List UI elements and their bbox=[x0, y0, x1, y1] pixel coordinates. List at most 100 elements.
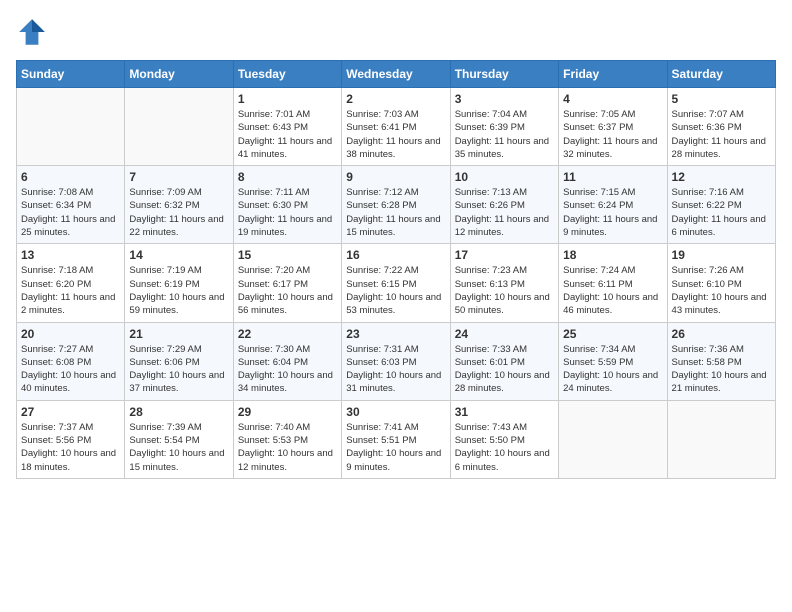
day-info: Sunrise: 7:22 AM Sunset: 6:15 PM Dayligh… bbox=[346, 264, 445, 317]
weekday-header-row: SundayMondayTuesdayWednesdayThursdayFrid… bbox=[17, 61, 776, 88]
day-number: 3 bbox=[455, 92, 554, 106]
day-info: Sunrise: 7:19 AM Sunset: 6:19 PM Dayligh… bbox=[129, 264, 228, 317]
calendar-cell: 8 Sunrise: 7:11 AM Sunset: 6:30 PM Daylig… bbox=[233, 166, 341, 244]
day-number: 7 bbox=[129, 170, 228, 184]
calendar-week-4: 20 Sunrise: 7:27 AM Sunset: 6:08 PM Dayli… bbox=[17, 322, 776, 400]
day-info: Sunrise: 7:03 AM Sunset: 6:41 PM Dayligh… bbox=[346, 108, 445, 161]
day-number: 8 bbox=[238, 170, 337, 184]
weekday-saturday: Saturday bbox=[667, 61, 775, 88]
calendar-body: 1Sunrise: 7:01 AM Sunset: 6:43 PM Daylig… bbox=[17, 88, 776, 479]
day-info: Sunrise: 7:41 AM Sunset: 5:51 PM Dayligh… bbox=[346, 421, 445, 474]
calendar-cell: 10 Sunrise: 7:13 AM Sunset: 6:26 PM Dayli… bbox=[450, 166, 558, 244]
day-info: Sunrise: 7:12 AM Sunset: 6:28 PM Dayligh… bbox=[346, 186, 445, 239]
day-number: 28 bbox=[129, 405, 228, 419]
calendar-cell: 20 Sunrise: 7:27 AM Sunset: 6:08 PM Dayli… bbox=[17, 322, 125, 400]
day-number: 11 bbox=[563, 170, 662, 184]
day-number: 22 bbox=[238, 327, 337, 341]
calendar-cell: 7 Sunrise: 7:09 AM Sunset: 6:32 PM Daylig… bbox=[125, 166, 233, 244]
calendar-cell bbox=[667, 400, 775, 478]
day-info: Sunrise: 7:39 AM Sunset: 5:54 PM Dayligh… bbox=[129, 421, 228, 474]
day-number: 29 bbox=[238, 405, 337, 419]
day-info: Sunrise: 7:26 AM Sunset: 6:10 PM Dayligh… bbox=[672, 264, 771, 317]
day-number: 23 bbox=[346, 327, 445, 341]
day-number: 4 bbox=[563, 92, 662, 106]
day-number: 31 bbox=[455, 405, 554, 419]
calendar-table: SundayMondayTuesdayWednesdayThursdayFrid… bbox=[16, 60, 776, 479]
day-number: 10 bbox=[455, 170, 554, 184]
weekday-wednesday: Wednesday bbox=[342, 61, 450, 88]
calendar-cell: 15 Sunrise: 7:20 AM Sunset: 6:17 PM Dayli… bbox=[233, 244, 341, 322]
calendar-week-1: 1Sunrise: 7:01 AM Sunset: 6:43 PM Daylig… bbox=[17, 88, 776, 166]
calendar-cell: 26 Sunrise: 7:36 AM Sunset: 5:58 PM Dayli… bbox=[667, 322, 775, 400]
calendar-cell bbox=[125, 88, 233, 166]
day-number: 17 bbox=[455, 248, 554, 262]
calendar-cell: 1Sunrise: 7:01 AM Sunset: 6:43 PM Daylig… bbox=[233, 88, 341, 166]
day-number: 16 bbox=[346, 248, 445, 262]
day-number: 15 bbox=[238, 248, 337, 262]
day-info: Sunrise: 7:16 AM Sunset: 6:22 PM Dayligh… bbox=[672, 186, 771, 239]
day-info: Sunrise: 7:24 AM Sunset: 6:11 PM Dayligh… bbox=[563, 264, 662, 317]
day-number: 5 bbox=[672, 92, 771, 106]
day-info: Sunrise: 7:31 AM Sunset: 6:03 PM Dayligh… bbox=[346, 343, 445, 396]
day-number: 1 bbox=[238, 92, 337, 106]
day-number: 26 bbox=[672, 327, 771, 341]
weekday-sunday: Sunday bbox=[17, 61, 125, 88]
calendar-cell: 11 Sunrise: 7:15 AM Sunset: 6:24 PM Dayli… bbox=[559, 166, 667, 244]
page-header bbox=[16, 16, 776, 48]
day-number: 20 bbox=[21, 327, 120, 341]
weekday-thursday: Thursday bbox=[450, 61, 558, 88]
day-info: Sunrise: 7:27 AM Sunset: 6:08 PM Dayligh… bbox=[21, 343, 120, 396]
day-info: Sunrise: 7:36 AM Sunset: 5:58 PM Dayligh… bbox=[672, 343, 771, 396]
day-number: 30 bbox=[346, 405, 445, 419]
day-number: 6 bbox=[21, 170, 120, 184]
day-info: Sunrise: 7:11 AM Sunset: 6:30 PM Dayligh… bbox=[238, 186, 337, 239]
calendar-cell: 14 Sunrise: 7:19 AM Sunset: 6:19 PM Dayli… bbox=[125, 244, 233, 322]
calendar-week-5: 27 Sunrise: 7:37 AM Sunset: 5:56 PM Dayli… bbox=[17, 400, 776, 478]
day-info: Sunrise: 7:07 AM Sunset: 6:36 PM Dayligh… bbox=[672, 108, 771, 161]
day-info: Sunrise: 7:08 AM Sunset: 6:34 PM Dayligh… bbox=[21, 186, 120, 239]
calendar-cell: 13Sunrise: 7:18 AM Sunset: 6:20 PM Dayli… bbox=[17, 244, 125, 322]
day-info: Sunrise: 7:37 AM Sunset: 5:56 PM Dayligh… bbox=[21, 421, 120, 474]
day-info: Sunrise: 7:23 AM Sunset: 6:13 PM Dayligh… bbox=[455, 264, 554, 317]
calendar-cell: 22 Sunrise: 7:30 AM Sunset: 6:04 PM Dayli… bbox=[233, 322, 341, 400]
calendar-cell: 25 Sunrise: 7:34 AM Sunset: 5:59 PM Dayli… bbox=[559, 322, 667, 400]
day-number: 12 bbox=[672, 170, 771, 184]
calendar-cell: 16 Sunrise: 7:22 AM Sunset: 6:15 PM Dayli… bbox=[342, 244, 450, 322]
calendar-week-3: 13Sunrise: 7:18 AM Sunset: 6:20 PM Dayli… bbox=[17, 244, 776, 322]
calendar-cell: 6 Sunrise: 7:08 AM Sunset: 6:34 PM Daylig… bbox=[17, 166, 125, 244]
day-info: Sunrise: 7:30 AM Sunset: 6:04 PM Dayligh… bbox=[238, 343, 337, 396]
day-info: Sunrise: 7:40 AM Sunset: 5:53 PM Dayligh… bbox=[238, 421, 337, 474]
calendar-cell: 29 Sunrise: 7:40 AM Sunset: 5:53 PM Dayli… bbox=[233, 400, 341, 478]
calendar-cell: 5 Sunrise: 7:07 AM Sunset: 6:36 PM Daylig… bbox=[667, 88, 775, 166]
calendar-cell bbox=[17, 88, 125, 166]
day-number: 14 bbox=[129, 248, 228, 262]
calendar-cell: 24Sunrise: 7:33 AM Sunset: 6:01 PM Dayli… bbox=[450, 322, 558, 400]
day-info: Sunrise: 7:15 AM Sunset: 6:24 PM Dayligh… bbox=[563, 186, 662, 239]
calendar-cell bbox=[559, 400, 667, 478]
day-info: Sunrise: 7:04 AM Sunset: 6:39 PM Dayligh… bbox=[455, 108, 554, 161]
day-number: 21 bbox=[129, 327, 228, 341]
logo-icon bbox=[16, 16, 48, 48]
day-info: Sunrise: 7:09 AM Sunset: 6:32 PM Dayligh… bbox=[129, 186, 228, 239]
day-number: 19 bbox=[672, 248, 771, 262]
calendar-cell: 4 Sunrise: 7:05 AM Sunset: 6:37 PM Daylig… bbox=[559, 88, 667, 166]
day-number: 24 bbox=[455, 327, 554, 341]
day-number: 25 bbox=[563, 327, 662, 341]
day-info: Sunrise: 7:43 AM Sunset: 5:50 PM Dayligh… bbox=[455, 421, 554, 474]
day-info: Sunrise: 7:13 AM Sunset: 6:26 PM Dayligh… bbox=[455, 186, 554, 239]
calendar-week-2: 6 Sunrise: 7:08 AM Sunset: 6:34 PM Daylig… bbox=[17, 166, 776, 244]
day-number: 9 bbox=[346, 170, 445, 184]
calendar-cell: 27 Sunrise: 7:37 AM Sunset: 5:56 PM Dayli… bbox=[17, 400, 125, 478]
day-info: Sunrise: 7:34 AM Sunset: 5:59 PM Dayligh… bbox=[563, 343, 662, 396]
day-info: Sunrise: 7:18 AM Sunset: 6:20 PM Dayligh… bbox=[21, 264, 120, 317]
day-info: Sunrise: 7:05 AM Sunset: 6:37 PM Dayligh… bbox=[563, 108, 662, 161]
calendar-cell: 31 Sunrise: 7:43 AM Sunset: 5:50 PM Dayli… bbox=[450, 400, 558, 478]
calendar-cell: 12 Sunrise: 7:16 AM Sunset: 6:22 PM Dayli… bbox=[667, 166, 775, 244]
weekday-tuesday: Tuesday bbox=[233, 61, 341, 88]
calendar-cell: 2Sunrise: 7:03 AM Sunset: 6:41 PM Daylig… bbox=[342, 88, 450, 166]
calendar-cell: 9 Sunrise: 7:12 AM Sunset: 6:28 PM Daylig… bbox=[342, 166, 450, 244]
day-info: Sunrise: 7:20 AM Sunset: 6:17 PM Dayligh… bbox=[238, 264, 337, 317]
calendar-cell: 18Sunrise: 7:24 AM Sunset: 6:11 PM Dayli… bbox=[559, 244, 667, 322]
day-number: 27 bbox=[21, 405, 120, 419]
calendar-cell: 23 Sunrise: 7:31 AM Sunset: 6:03 PM Dayli… bbox=[342, 322, 450, 400]
